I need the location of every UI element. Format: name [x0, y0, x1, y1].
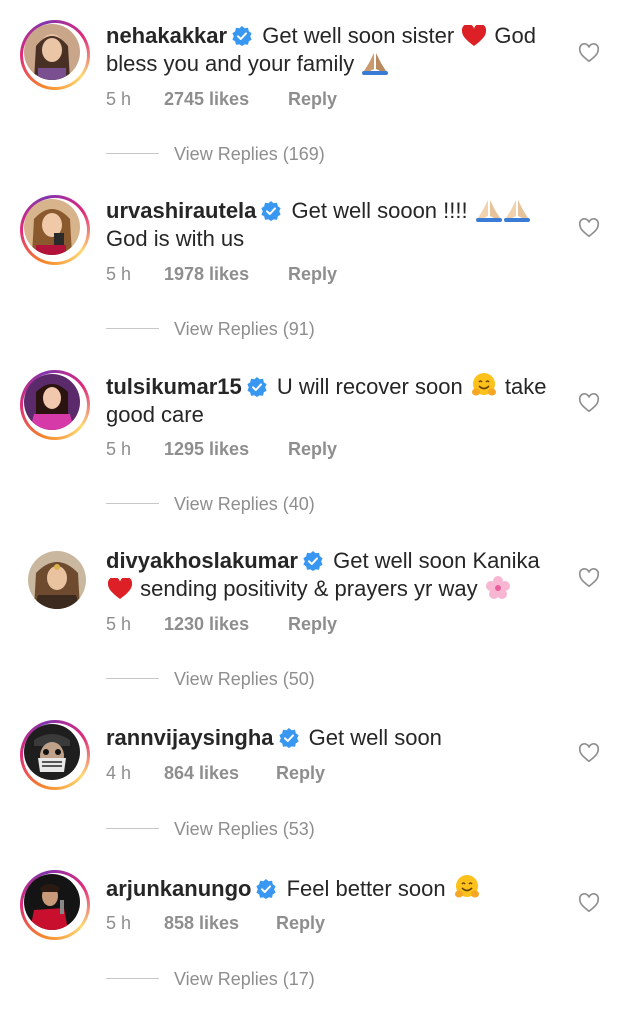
folded-hands-icon — [475, 200, 530, 222]
verified-badge-icon — [303, 551, 323, 571]
divider-line — [106, 678, 159, 679]
like-heart-icon[interactable] — [578, 392, 600, 414]
like-heart-icon[interactable] — [578, 217, 600, 239]
comment-username[interactable]: tulsikumar15 — [106, 374, 242, 399]
view-replies-button[interactable]: View Replies (91) — [106, 317, 406, 341]
view-replies-label: View Replies (53) — [174, 819, 315, 839]
like-heart-icon[interactable] — [578, 742, 600, 764]
comment-time: 5 h — [106, 264, 132, 284]
comment-body: urvashirautela Get well sooon !!!! God i… — [106, 197, 561, 253]
comment-text: Feel better soon — [280, 876, 452, 901]
comment-username[interactable]: nehakakkar — [106, 23, 227, 48]
verified-badge-icon — [232, 26, 252, 46]
divider-line — [106, 978, 159, 979]
comment-meta: 4 h 864 likes Reply — [106, 762, 325, 784]
reply-button[interactable]: Reply — [288, 88, 337, 110]
comment-text: sending positivity & prayers yr way — [134, 576, 484, 601]
reply-button[interactable]: Reply — [276, 762, 325, 784]
divider-line — [106, 503, 159, 504]
red-heart-icon — [462, 25, 487, 46]
reply-button[interactable]: Reply — [288, 613, 337, 635]
view-replies-button[interactable]: View Replies (169) — [106, 142, 406, 166]
hugging-face-icon — [471, 373, 496, 396]
verified-badge-icon — [278, 728, 299, 748]
hugging-face-icon — [454, 875, 479, 898]
comment-username[interactable]: divyakhoslakumar — [106, 548, 298, 573]
folded-hands-icon — [362, 53, 389, 75]
like-heart-icon[interactable] — [578, 892, 600, 914]
likes-count[interactable]: 858 likes — [164, 912, 239, 934]
avatar[interactable] — [24, 724, 80, 780]
comment-meta: 5 h 2745 likes Reply — [106, 88, 337, 110]
view-replies-label: View Replies (50) — [174, 669, 315, 689]
comment-meta: 5 h 1978 likes Reply — [106, 263, 337, 285]
view-replies-label: View Replies (40) — [174, 494, 315, 514]
reply-button[interactable]: Reply — [288, 438, 337, 460]
like-heart-icon[interactable] — [578, 42, 600, 64]
comment-time: 5 h — [106, 89, 132, 109]
comment-text: U will recover soon — [270, 374, 469, 399]
comment-text: Get well sooon !!!! — [285, 198, 474, 223]
view-replies-label: View Replies (17) — [174, 969, 315, 989]
like-heart-icon[interactable] — [578, 567, 600, 589]
view-replies-label: View Replies (169) — [174, 144, 325, 164]
verified-badge-icon — [256, 879, 277, 899]
likes-count[interactable]: 864 likes — [164, 762, 239, 784]
comment-username[interactable]: urvashirautela — [106, 198, 256, 223]
story-ring[interactable] — [20, 720, 90, 790]
comment-meta: 5 h 858 likes Reply — [106, 912, 325, 934]
story-ring[interactable] — [20, 20, 90, 90]
verified-badge-icon — [247, 377, 267, 397]
comment-body: rannvijaysingha Get well soon — [106, 724, 561, 752]
avatar[interactable] — [24, 199, 80, 255]
cherry-blossom-icon — [485, 576, 510, 599]
story-ring[interactable] — [20, 870, 90, 940]
comment-meta: 5 h 1230 likes Reply — [106, 613, 337, 635]
comment-time: 5 h — [106, 614, 132, 634]
likes-count[interactable]: 2745 likes — [164, 88, 249, 110]
comment-text: Get well soon Kanika — [326, 548, 540, 573]
reply-button[interactable]: Reply — [288, 263, 337, 285]
divider-line — [106, 328, 159, 329]
story-ring[interactable] — [20, 370, 90, 440]
comment-text: Get well soon — [302, 725, 442, 750]
comment-body: tulsikumar15 U will recover soon take go… — [106, 372, 561, 429]
view-replies-button[interactable]: View Replies (17) — [106, 967, 406, 991]
likes-count[interactable]: 1230 likes — [164, 613, 249, 635]
avatar[interactable] — [24, 24, 80, 80]
comment-body: divyakhoslakumar Get well soon Kanika se… — [106, 547, 561, 603]
comment-time: 5 h — [106, 913, 132, 933]
divider-line — [106, 153, 159, 154]
avatar[interactable] — [28, 551, 86, 609]
comment-time: 5 h — [106, 439, 132, 459]
divider-line — [106, 828, 159, 829]
avatar[interactable] — [24, 374, 80, 430]
comment-meta: 5 h 1295 likes Reply — [106, 438, 337, 460]
comment-username[interactable]: arjunkanungo — [106, 876, 251, 901]
reply-button[interactable]: Reply — [276, 912, 325, 934]
likes-count[interactable]: 1295 likes — [164, 438, 249, 460]
comment-time: 4 h — [106, 763, 132, 783]
comment-body: nehakakkar Get well soon sister God bles… — [106, 22, 561, 78]
comment-text: Get well soon sister — [256, 23, 461, 48]
view-replies-label: View Replies (91) — [174, 319, 315, 339]
red-heart-icon — [108, 578, 132, 599]
view-replies-button[interactable]: View Replies (50) — [106, 667, 406, 691]
story-ring[interactable] — [20, 195, 90, 265]
verified-badge-icon — [261, 201, 282, 221]
comment-text: God is with us — [106, 226, 245, 251]
view-replies-button[interactable]: View Replies (53) — [106, 817, 406, 841]
likes-count[interactable]: 1978 likes — [164, 263, 249, 285]
view-replies-button[interactable]: View Replies (40) — [106, 492, 406, 516]
comment-username[interactable]: rannvijaysingha — [106, 725, 274, 750]
avatar[interactable] — [24, 874, 80, 930]
comment-body: arjunkanungo Feel better soon — [106, 874, 561, 903]
